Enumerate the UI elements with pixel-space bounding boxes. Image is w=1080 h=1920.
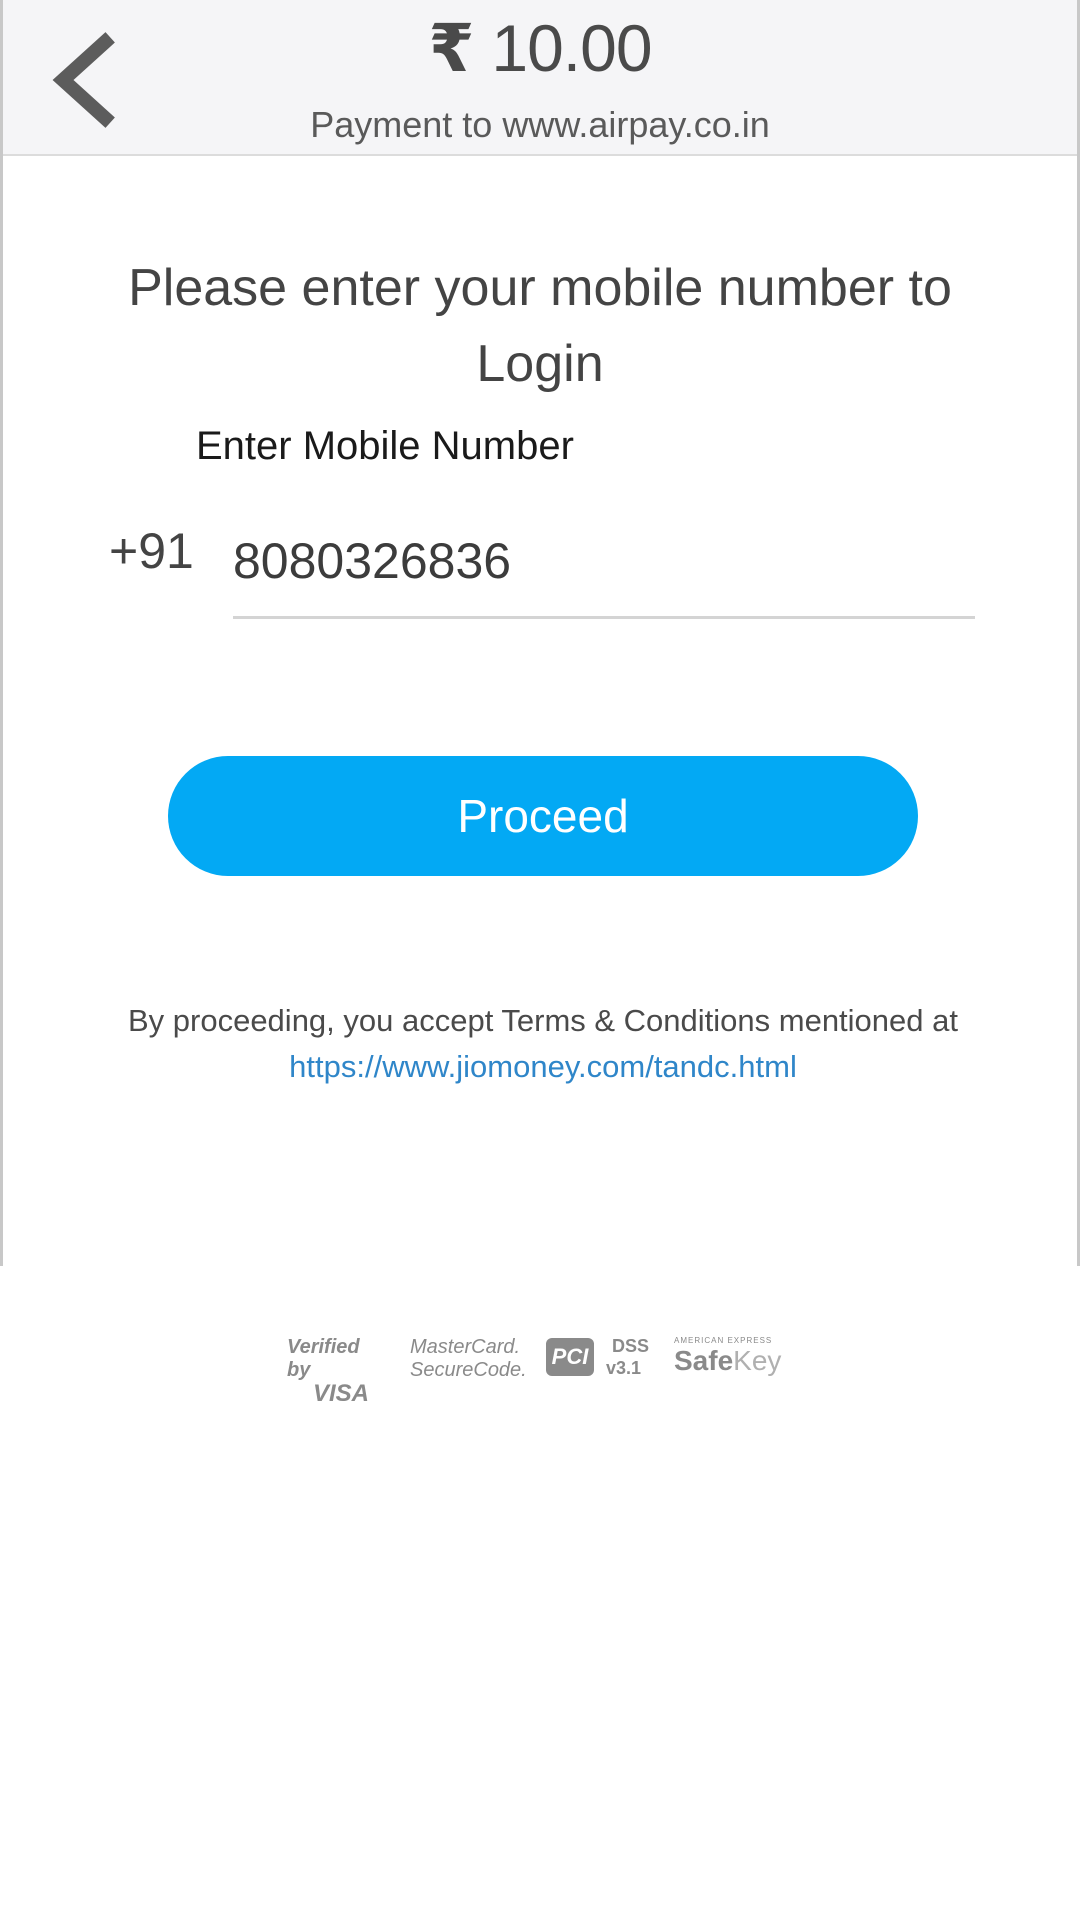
mastercard-securecode-logo: MasterCard. SecureCode. [410,1336,527,1382]
proceed-button[interactable]: Proceed [168,756,918,876]
security-badges: Verified by VISA MasterCard. SecureCode.… [0,1336,1080,1407]
mobile-number-input[interactable] [233,505,975,619]
terms-text: By proceeding, you accept Terms & Condit… [113,998,973,1090]
payment-amount: ₹10.00 [3,10,1077,87]
amex-safekey-logo: AMERICAN EXPRESS SafeKey [674,1336,794,1377]
terms-statement: By proceeding, you accept Terms & Condit… [127,1003,958,1038]
safekey-bold: Safe [674,1345,734,1376]
pci-dss-logo: PCI DSS v3.1 [546,1336,650,1380]
mc-line1: MasterCard. [410,1336,521,1358]
amount-value: 10.00 [491,11,652,85]
pci-version: v3.1 [606,1358,642,1378]
safekey-text: SafeKey [674,1345,794,1377]
visa-line2: VISA [313,1380,370,1407]
mobile-number-label: Enter Mobile Number [196,424,574,468]
safekey-thin: Key [733,1345,782,1376]
pci-mark: PCI [546,1338,594,1376]
country-code: +91 [109,523,194,579]
payment-login-page: ₹10.00 Payment to www.airpay.co.in Pleas… [0,0,1080,1920]
rupee-icon: ₹ [428,11,474,85]
login-prompt: Please enter your mobile number to Login [128,259,952,393]
verified-by-visa-logo: Verified by VISA [287,1336,387,1408]
amex-small-text: AMERICAN EXPRESS [674,1336,773,1345]
payment-to-text: Payment to www.airpay.co.in [310,104,770,145]
login-card: ₹10.00 Payment to www.airpay.co.in Pleas… [0,0,1080,1266]
visa-line1: Verified by [287,1336,360,1381]
payment-header: ₹10.00 Payment to www.airpay.co.in [3,0,1077,156]
mc-line2: SecureCode. [410,1359,527,1381]
pci-dss-text: DSS [612,1336,650,1356]
terms-link[interactable]: https://www.jiomoney.com/tandc.html [289,1049,797,1084]
